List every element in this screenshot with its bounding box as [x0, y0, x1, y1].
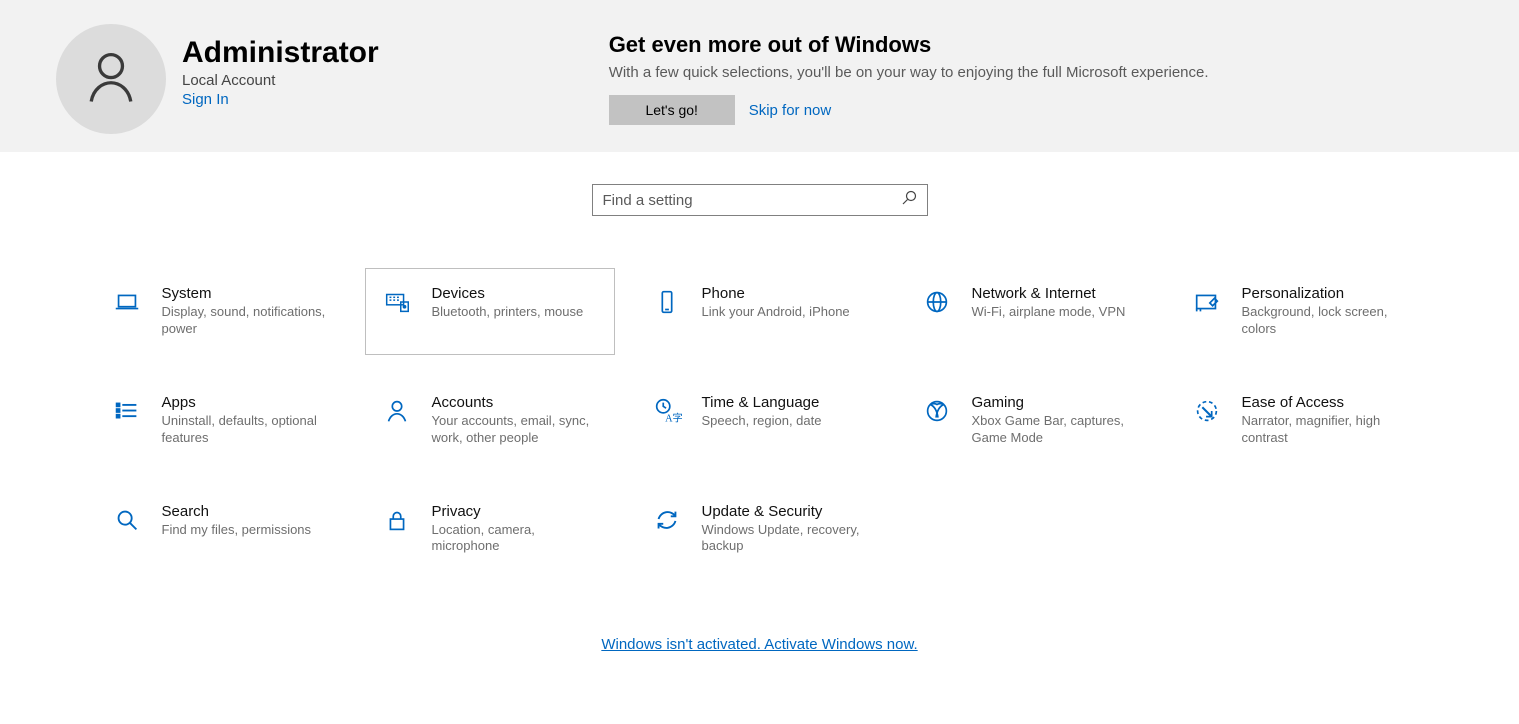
skip-link[interactable]: Skip for now — [749, 102, 832, 119]
tile-title: System — [162, 285, 330, 302]
promo-block: Get even more out of Windows With a few … — [609, 32, 1209, 125]
promo-subtitle: With a few quick selections, you'll be o… — [609, 64, 1209, 81]
tile-sub: Narrator, magnifier, high contrast — [1242, 413, 1410, 447]
tile-network[interactable]: Network & Internet Wi-Fi, airplane mode,… — [905, 268, 1155, 355]
tile-title: Accounts — [432, 394, 600, 411]
signin-link[interactable]: Sign In — [182, 91, 379, 108]
footer: Windows isn't activated. Activate Window… — [0, 636, 1519, 654]
tile-title: Phone — [702, 285, 850, 302]
tile-privacy[interactable]: Privacy Location, camera, microphone — [365, 486, 615, 573]
list-icon — [110, 394, 144, 428]
tile-sub: Your accounts, email, sync, work, other … — [432, 413, 600, 447]
lets-go-button[interactable]: Let's go! — [609, 95, 735, 125]
promo-actions: Let's go! Skip for now — [609, 95, 1209, 125]
tile-phone[interactable]: Phone Link your Android, iPhone — [635, 268, 885, 355]
tile-title: Privacy — [432, 503, 600, 520]
tile-accounts[interactable]: Accounts Your accounts, email, sync, wor… — [365, 377, 615, 464]
user-account-type: Local Account — [182, 72, 379, 89]
tile-sub: Location, camera, microphone — [432, 522, 600, 556]
xbox-icon — [920, 394, 954, 428]
laptop-icon — [110, 285, 144, 319]
tile-title: Gaming — [972, 394, 1140, 411]
user-block: Administrator Local Account Sign In — [56, 24, 379, 134]
header-band: Administrator Local Account Sign In Get … — [0, 0, 1519, 152]
tile-time-language[interactable]: A字 Time & Language Speech, region, date — [635, 377, 885, 464]
tile-title: Devices — [432, 285, 584, 302]
globe-icon — [920, 285, 954, 319]
tile-sub: Display, sound, notifications, power — [162, 304, 330, 338]
tile-title: Update & Security — [702, 503, 870, 520]
tile-sub: Wi-Fi, airplane mode, VPN — [972, 304, 1126, 321]
magnify-icon — [110, 503, 144, 537]
tile-devices[interactable]: Devices Bluetooth, printers, mouse — [365, 268, 615, 355]
tile-ease-of-access[interactable]: Ease of Access Narrator, magnifier, high… — [1175, 377, 1425, 464]
tile-apps[interactable]: Apps Uninstall, defaults, optional featu… — [95, 377, 345, 464]
person-icon — [380, 394, 414, 428]
lock-icon — [380, 503, 414, 537]
search-wrap — [0, 184, 1519, 216]
activate-windows-link[interactable]: Windows isn't activated. Activate Window… — [601, 636, 917, 653]
tile-search[interactable]: Search Find my files, permissions — [95, 486, 345, 573]
promo-title: Get even more out of Windows — [609, 32, 1209, 58]
tile-title: Apps — [162, 394, 330, 411]
tile-title: Time & Language — [702, 394, 822, 411]
search-icon — [901, 190, 917, 211]
phone-icon — [650, 285, 684, 319]
keyboard-icon — [380, 285, 414, 319]
search-input[interactable] — [603, 192, 901, 209]
tile-sub: Uninstall, defaults, optional features — [162, 413, 330, 447]
tile-title: Search — [162, 503, 312, 520]
user-name: Administrator — [182, 36, 379, 70]
tile-sub: Speech, region, date — [702, 413, 822, 430]
tile-system[interactable]: System Display, sound, notifications, po… — [95, 268, 345, 355]
avatar — [56, 24, 166, 134]
tile-title: Network & Internet — [972, 285, 1126, 302]
paintbrush-icon — [1190, 285, 1224, 319]
sync-icon — [650, 503, 684, 537]
accessibility-icon — [1190, 394, 1224, 428]
tile-title: Ease of Access — [1242, 394, 1410, 411]
user-icon — [86, 49, 136, 109]
tile-personalization[interactable]: Personalization Background, lock screen,… — [1175, 268, 1425, 355]
svg-text:A字: A字 — [665, 411, 682, 424]
tile-update-security[interactable]: Update & Security Windows Update, recove… — [635, 486, 885, 573]
tile-gaming[interactable]: Gaming Xbox Game Bar, captures, Game Mod… — [905, 377, 1155, 464]
tile-title: Personalization — [1242, 285, 1410, 302]
time-language-icon: A字 — [650, 394, 684, 428]
settings-grid: System Display, sound, notifications, po… — [95, 268, 1425, 572]
tile-sub: Find my files, permissions — [162, 522, 312, 539]
tile-sub: Xbox Game Bar, captures, Game Mode — [972, 413, 1140, 447]
tile-sub: Background, lock screen, colors — [1242, 304, 1410, 338]
search-box[interactable] — [592, 184, 928, 216]
tile-sub: Link your Android, iPhone — [702, 304, 850, 321]
tile-sub: Bluetooth, printers, mouse — [432, 304, 584, 321]
tile-sub: Windows Update, recovery, backup — [702, 522, 870, 556]
user-text: Administrator Local Account Sign In — [182, 36, 379, 108]
